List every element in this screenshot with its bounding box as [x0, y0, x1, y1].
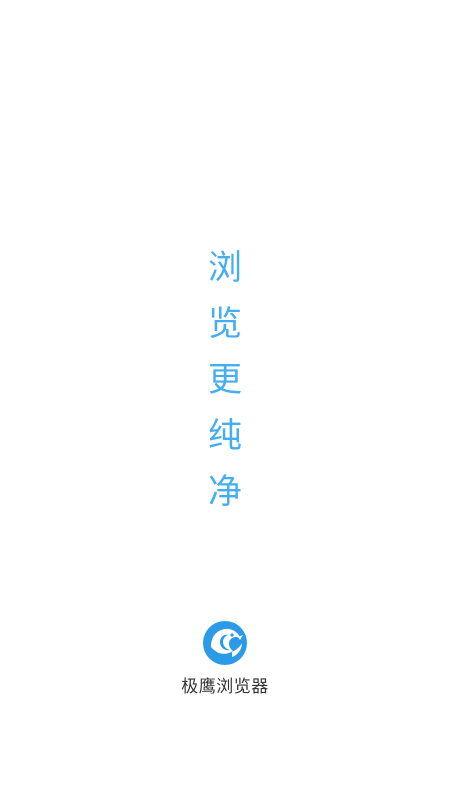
eagle-logo-icon	[203, 621, 247, 665]
slogan-char: 浏	[208, 248, 242, 288]
slogan: 浏 览 更 纯 净	[0, 240, 450, 520]
slogan-char: 纯	[208, 416, 242, 456]
splash-screen: 浏 览 更 纯 净 极鹰浏览器	[0, 0, 450, 800]
slogan-char: 净	[208, 472, 242, 512]
slogan-char: 更	[208, 360, 242, 400]
brand: 极鹰浏览器	[0, 620, 450, 697]
brand-name: 极鹰浏览器	[181, 677, 269, 697]
slogan-char: 览	[208, 304, 242, 344]
